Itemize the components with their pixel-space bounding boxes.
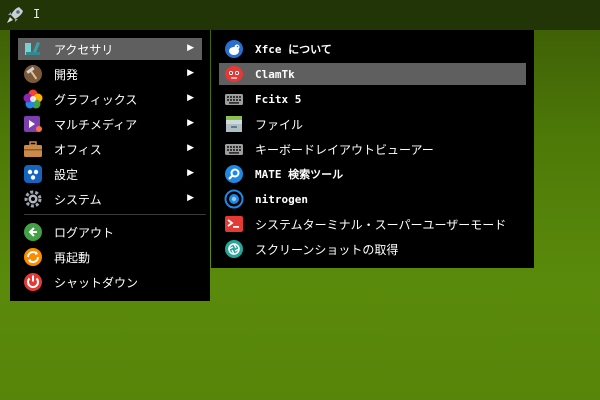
file-manager-icon	[224, 114, 244, 134]
submenu-item-label: キーボードレイアウトビューアー	[255, 142, 434, 157]
graphics-icon	[23, 89, 43, 109]
keyboard-layout-icon	[224, 139, 244, 159]
submenu-arrow-icon: ▶	[187, 93, 194, 103]
menu-item-development[interactable]: 開発 ▶	[18, 63, 202, 85]
submenu-arrow-icon: ▶	[187, 193, 194, 203]
submenu-arrow-icon: ▶	[187, 68, 194, 78]
menu-item-accessories[interactable]: アクセサリ ▶	[18, 38, 202, 60]
menu-item-label: ログアウト	[54, 225, 115, 240]
submenu-item-about-xfce[interactable]: Xfce について	[219, 38, 526, 60]
submenu-item-nitrogen[interactable]: nitrogen	[219, 188, 526, 210]
logout-icon	[23, 222, 43, 242]
multimedia-icon	[23, 114, 43, 134]
submenu-item-keyboard-layout-viewer[interactable]: キーボードレイアウトビューアー	[219, 138, 526, 160]
submenu-item-root-terminal[interactable]: システムターミナル・スーパーユーザーモード	[219, 213, 526, 235]
submenu-item-label: ClamTk	[255, 67, 295, 81]
rocket-icon[interactable]	[4, 4, 26, 26]
office-briefcase-icon	[23, 139, 43, 159]
submenu-item-mate-search[interactable]: MATE 検索ツール	[219, 163, 526, 185]
development-hammer-icon	[23, 64, 43, 84]
settings-icon	[23, 164, 43, 184]
menu-item-label: アクセサリ	[54, 42, 114, 57]
submenu-arrow-icon: ▶	[187, 143, 194, 153]
terminal-root-icon	[224, 214, 244, 234]
menu-item-label: システム	[54, 192, 102, 207]
menu-item-label: シャットダウン	[54, 275, 139, 290]
accessories-icon	[23, 39, 43, 59]
menu-item-settings[interactable]: 設定 ▶	[18, 163, 202, 185]
submenu-item-label: ファイル	[255, 117, 304, 132]
menu-item-restart[interactable]: 再起動	[18, 246, 202, 268]
xfce-mouse-icon	[224, 39, 244, 59]
submenu-item-label: Fcitx 5	[255, 92, 302, 106]
screenshot-icon	[224, 239, 244, 259]
submenu-item-label: システムターミナル・スーパーユーザーモード	[255, 217, 507, 232]
clamtk-icon	[224, 64, 244, 84]
accessories-submenu: Xfce について ClamTk Fcitx 5 ファイル キーボードレイアウト…	[211, 30, 534, 268]
menu-item-label: 開発	[54, 67, 79, 82]
submenu-item-files[interactable]: ファイル	[219, 113, 526, 135]
submenu-arrow-icon: ▶	[187, 118, 194, 128]
menu-item-system[interactable]: システム ▶	[18, 188, 202, 210]
submenu-item-screenshot[interactable]: スクリーンショットの取得	[219, 238, 526, 260]
applications-menu: アクセサリ ▶ 開発 ▶ グラフィックス ▶ マルチメディア ▶ オフィス ▶ …	[10, 30, 210, 301]
restart-icon	[23, 247, 43, 267]
submenu-item-label: スクリーンショットの取得	[255, 242, 399, 257]
text-cursor-indicator: I	[33, 7, 41, 21]
menu-item-multimedia[interactable]: マルチメディア ▶	[18, 113, 202, 135]
menu-item-label: 設定	[54, 167, 79, 182]
submenu-arrow-icon: ▶	[187, 168, 194, 178]
menu-item-label: マルチメディア	[54, 117, 138, 132]
search-tool-icon	[224, 164, 244, 184]
keyboard-icon	[224, 89, 244, 109]
menu-item-graphics[interactable]: グラフィックス ▶	[18, 88, 202, 110]
system-gear-icon	[23, 189, 43, 209]
menu-item-label: グラフィックス	[54, 92, 138, 107]
menu-item-logout[interactable]: ログアウト	[18, 221, 202, 243]
submenu-arrow-icon: ▶	[187, 43, 194, 53]
menu-item-shutdown[interactable]: シャットダウン	[18, 271, 202, 293]
submenu-item-label: Xfce について	[255, 43, 332, 56]
nitrogen-icon	[224, 189, 244, 209]
top-panel: I	[0, 0, 600, 30]
submenu-item-clamtk[interactable]: ClamTk	[219, 63, 526, 85]
menu-item-office[interactable]: オフィス ▶	[18, 138, 202, 160]
menu-item-label: オフィス	[54, 142, 102, 157]
menu-item-label: 再起動	[54, 250, 91, 265]
submenu-item-label: nitrogen	[255, 192, 308, 206]
menu-separator	[24, 214, 206, 215]
submenu-item-fcitx5[interactable]: Fcitx 5	[219, 88, 526, 110]
shutdown-icon	[23, 272, 43, 292]
submenu-item-label: MATE 検索ツール	[255, 168, 344, 181]
